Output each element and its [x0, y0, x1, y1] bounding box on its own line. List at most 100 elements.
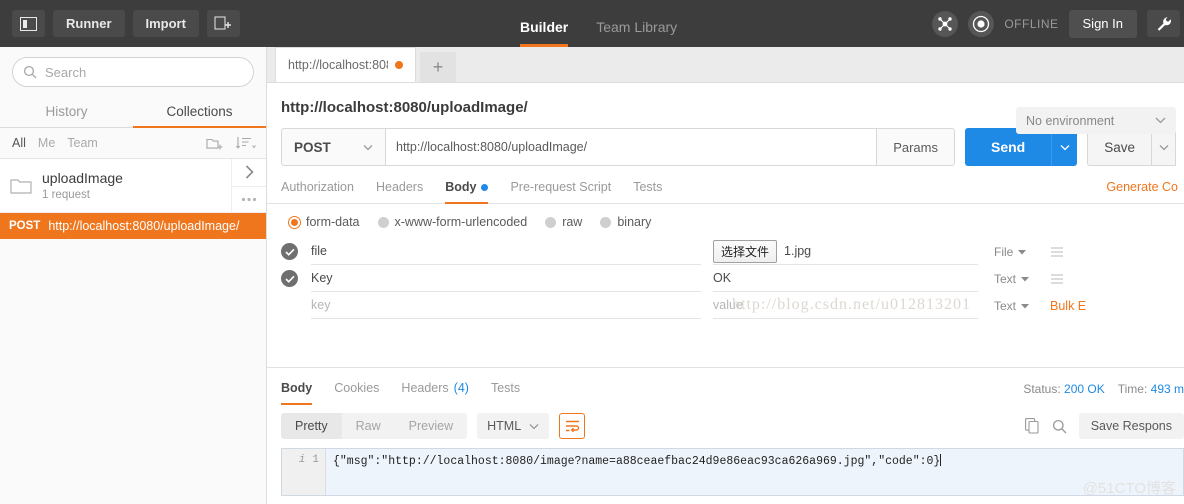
editor-gutter: i 1	[282, 449, 326, 495]
tab-body[interactable]: Body	[445, 180, 489, 204]
collection-side-actions	[231, 159, 266, 213]
tab-team-library[interactable]: Team Library	[596, 19, 677, 47]
response-format-selector[interactable]: HTML	[477, 413, 550, 439]
sign-in-button[interactable]: Sign In	[1068, 9, 1137, 38]
tab-authorization[interactable]: Authorization	[281, 180, 354, 203]
new-folder-icon[interactable]	[206, 136, 223, 151]
response-headers-count: (4)	[453, 381, 469, 395]
sync-status-icon[interactable]	[968, 10, 995, 37]
search-icon[interactable]	[1052, 419, 1067, 434]
form-data-type-selector[interactable]: File	[994, 245, 1046, 259]
copy-icon[interactable]	[1024, 418, 1040, 434]
radio-dot-selected	[289, 216, 300, 228]
wrench-icon[interactable]	[1147, 10, 1180, 37]
tab-headers[interactable]: Headers	[376, 180, 423, 203]
body-mode-selector: form-data x-www-form-urlencoded raw bina…	[267, 204, 1184, 238]
sidebar-tab-collections[interactable]: Collections	[133, 95, 266, 128]
radio-dot	[377, 216, 389, 228]
filter-team[interactable]: Team	[67, 136, 98, 150]
row-enabled-checkbox[interactable]	[281, 243, 311, 260]
form-data-key[interactable]: Key	[311, 265, 701, 292]
save-response-button[interactable]: Save Respons	[1078, 413, 1184, 439]
interceptor-icon[interactable]	[932, 10, 959, 37]
body-mode-binary-label: binary	[617, 215, 652, 229]
body-modified-dot	[481, 183, 489, 191]
collection-name: uploadImage	[42, 170, 123, 186]
gutter-line-number: 1	[312, 454, 319, 466]
tab-tests[interactable]: Tests	[633, 180, 662, 203]
main-panel: http://localhost:8080 + No environment h…	[267, 47, 1184, 504]
form-data-value-file[interactable]: 选择文件 1.jpg	[713, 238, 978, 265]
body-mode-urlencoded[interactable]: x-www-form-urlencoded	[377, 215, 527, 229]
body-mode-form-data[interactable]: form-data	[289, 215, 360, 229]
new-request-tab-button[interactable]: +	[420, 52, 456, 82]
form-data-type-value: Text	[994, 271, 1017, 286]
new-window-button[interactable]	[206, 10, 240, 37]
response-body-json: {"msg":"http://localhost:8080/image?name…	[333, 455, 941, 468]
url-input[interactable]: http://localhost:8080/uploadImage/	[386, 128, 878, 166]
form-data-value-placeholder[interactable]: value	[713, 292, 978, 319]
http-method-selector[interactable]: POST	[281, 128, 386, 166]
runner-button[interactable]: Runner	[53, 10, 125, 37]
collection-request-count: 1 request	[42, 189, 90, 201]
response-body-text: {"msg":"http://localhost:8080/image?name…	[326, 449, 942, 495]
response-body-editor[interactable]: i 1 {"msg":"http://localhost:8080/image?…	[281, 448, 1184, 496]
form-data-key-placeholder[interactable]: key	[311, 292, 701, 319]
text-caret	[940, 454, 942, 466]
top-bar-left-actions: Runner Import	[0, 10, 240, 37]
response-format-value: HTML	[487, 419, 522, 433]
response-toolbar: Pretty Raw Preview HTML Save Respons	[267, 403, 1184, 448]
body-mode-raw[interactable]: raw	[545, 215, 582, 229]
sidebar-tab-history[interactable]: History	[0, 95, 133, 127]
form-data-key[interactable]: file	[311, 238, 701, 265]
chevron-right-icon[interactable]	[232, 159, 266, 187]
folder-icon	[0, 177, 42, 195]
row-enabled-checkbox-empty[interactable]	[281, 297, 311, 314]
view-mode-pretty[interactable]: Pretty	[281, 413, 342, 439]
sort-icon[interactable]	[236, 136, 256, 150]
check-icon	[281, 270, 298, 287]
form-data-type-selector[interactable]: Text	[994, 299, 1046, 313]
chevron-down-icon	[1155, 117, 1166, 124]
request-tab-active[interactable]: http://localhost:8080	[275, 47, 416, 82]
generate-code-link[interactable]: Generate Co	[1106, 180, 1178, 194]
params-button[interactable]: Params	[877, 128, 955, 166]
row-menu-icon[interactable]	[1046, 246, 1068, 257]
response-tabs: Body Cookies Headers (4) Tests Status: 2…	[267, 367, 1184, 405]
request-section-tabs: Authorization Headers Body Pre-request S…	[267, 166, 1184, 204]
search-box[interactable]	[12, 57, 254, 87]
form-data-row: file 选择文件 1.jpg File	[281, 238, 1176, 265]
response-meta: Status: 200 OK Time: 493 m	[1023, 382, 1184, 396]
import-button[interactable]: Import	[132, 10, 199, 37]
row-menu-icon[interactable]	[1046, 273, 1068, 284]
bulk-edit-link[interactable]: Bulk E	[1050, 299, 1086, 313]
tab-pre-request-script[interactable]: Pre-request Script	[510, 180, 611, 203]
form-data-type-selector[interactable]: Text	[994, 272, 1046, 286]
wrap-lines-icon[interactable]	[559, 413, 586, 439]
filter-all[interactable]: All	[12, 136, 26, 150]
body-mode-binary[interactable]: binary	[600, 215, 651, 229]
response-tab-tests[interactable]: Tests	[491, 381, 520, 404]
sidebar-request-item[interactable]: POST http://localhost:8080/uploadImage/	[0, 213, 266, 239]
response-tab-cookies[interactable]: Cookies	[334, 381, 379, 404]
tab-builder[interactable]: Builder	[520, 19, 569, 47]
search-input[interactable]	[45, 64, 243, 80]
view-mode-raw[interactable]: Raw	[342, 413, 395, 439]
choose-file-button[interactable]: 选择文件	[713, 239, 778, 263]
body-mode-raw-label: raw	[562, 215, 583, 229]
collection-row-uploadimage[interactable]: uploadImage 1 request	[0, 159, 266, 213]
row-enabled-checkbox[interactable]	[281, 270, 311, 287]
http-method-value: POST	[294, 139, 331, 155]
form-data-type-value: Text	[994, 298, 1017, 313]
radio-dot	[600, 216, 612, 228]
form-data-value[interactable]: OK	[713, 265, 978, 292]
gutter-info-icon: i	[298, 454, 306, 466]
form-data-row-empty: key value Text Bulk E	[281, 292, 1176, 319]
view-mode-preview[interactable]: Preview	[395, 413, 467, 439]
more-options-icon[interactable]	[232, 187, 266, 214]
sidebar-toggle-button[interactable]	[12, 10, 45, 37]
environment-selector[interactable]: No environment	[1016, 107, 1176, 134]
response-tab-body[interactable]: Body	[281, 381, 313, 405]
filter-me[interactable]: Me	[38, 136, 55, 150]
response-tab-headers[interactable]: Headers (4)	[401, 381, 469, 404]
